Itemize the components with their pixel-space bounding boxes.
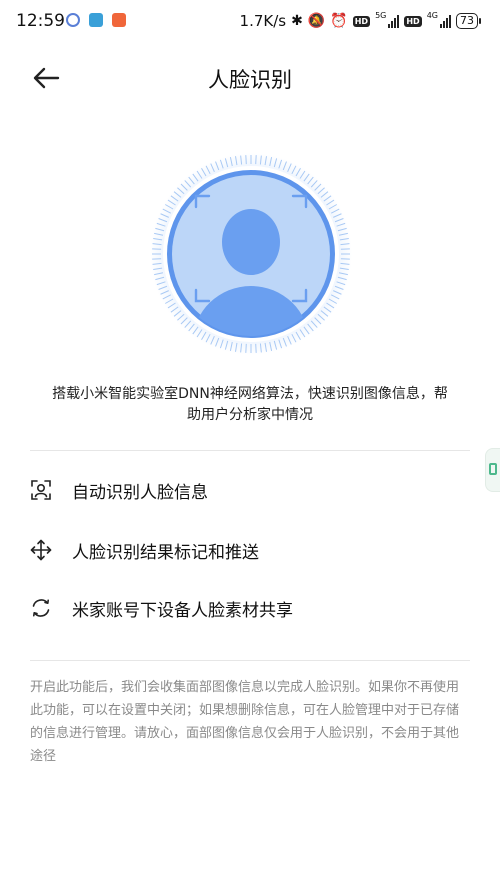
signal-icon xyxy=(388,14,400,28)
status-bar: 12:59 1.7K/s ✱ 🔕 ⏰ HD 5G HD 4G 73 xyxy=(0,0,500,42)
feature-label: 人脸识别结果标记和推送 xyxy=(72,542,259,563)
move-arrows-icon xyxy=(30,539,52,561)
face-illustration xyxy=(149,152,353,356)
feature-item-result-marking: 人脸识别结果标记和推送 xyxy=(30,530,470,570)
header: 人脸识别 xyxy=(0,56,500,100)
status-app-icons xyxy=(66,13,126,27)
feature-item-face-recognition: 自动识别人脸信息 xyxy=(30,470,470,510)
divider xyxy=(30,660,470,661)
hd-badge-icon: HD xyxy=(404,15,422,27)
sync-icon xyxy=(30,597,52,619)
page-title: 人脸识别 xyxy=(208,68,292,92)
edge-tab-icon xyxy=(489,463,497,475)
notification-app-icon xyxy=(66,13,80,27)
feature-item-face-sharing: 米家账号下设备人脸素材共享 xyxy=(30,588,470,628)
divider xyxy=(30,450,470,451)
battery-icon: 73 xyxy=(456,13,481,29)
notification-app-icon xyxy=(112,13,126,27)
floating-edge-tab[interactable] xyxy=(485,448,500,492)
hd-badge-icon: HD xyxy=(352,15,371,27)
status-time: 12:59 xyxy=(16,11,65,31)
feature-label: 自动识别人脸信息 xyxy=(72,482,208,503)
signal-icon xyxy=(440,14,451,28)
bluetooth-icon: ✱ xyxy=(291,13,303,29)
notification-app-icon xyxy=(89,13,103,27)
privacy-notice: 开启此功能后，我们会收集面部图像信息以完成人脸识别。如果你不再使用此功能，可以在… xyxy=(30,680,460,764)
network-type-2: 4G xyxy=(426,10,438,20)
feature-label: 米家账号下设备人脸素材共享 xyxy=(72,600,293,621)
avatar-head xyxy=(222,209,280,275)
network-type-1: 5G xyxy=(375,10,387,20)
mute-icon: 🔕 xyxy=(307,13,326,29)
network-speed: 1.7K/s xyxy=(239,12,287,30)
feature-description: 搭载小米智能实验室DNN神经网络算法，快速识别图像信息，帮助用户分析家中情况 xyxy=(52,386,448,423)
alarm-icon: ⏰ xyxy=(330,13,348,29)
status-indicators: 1.7K/s ✱ 🔕 ⏰ HD 5G HD 4G 73 xyxy=(239,10,481,30)
face-scan-icon xyxy=(30,479,52,501)
